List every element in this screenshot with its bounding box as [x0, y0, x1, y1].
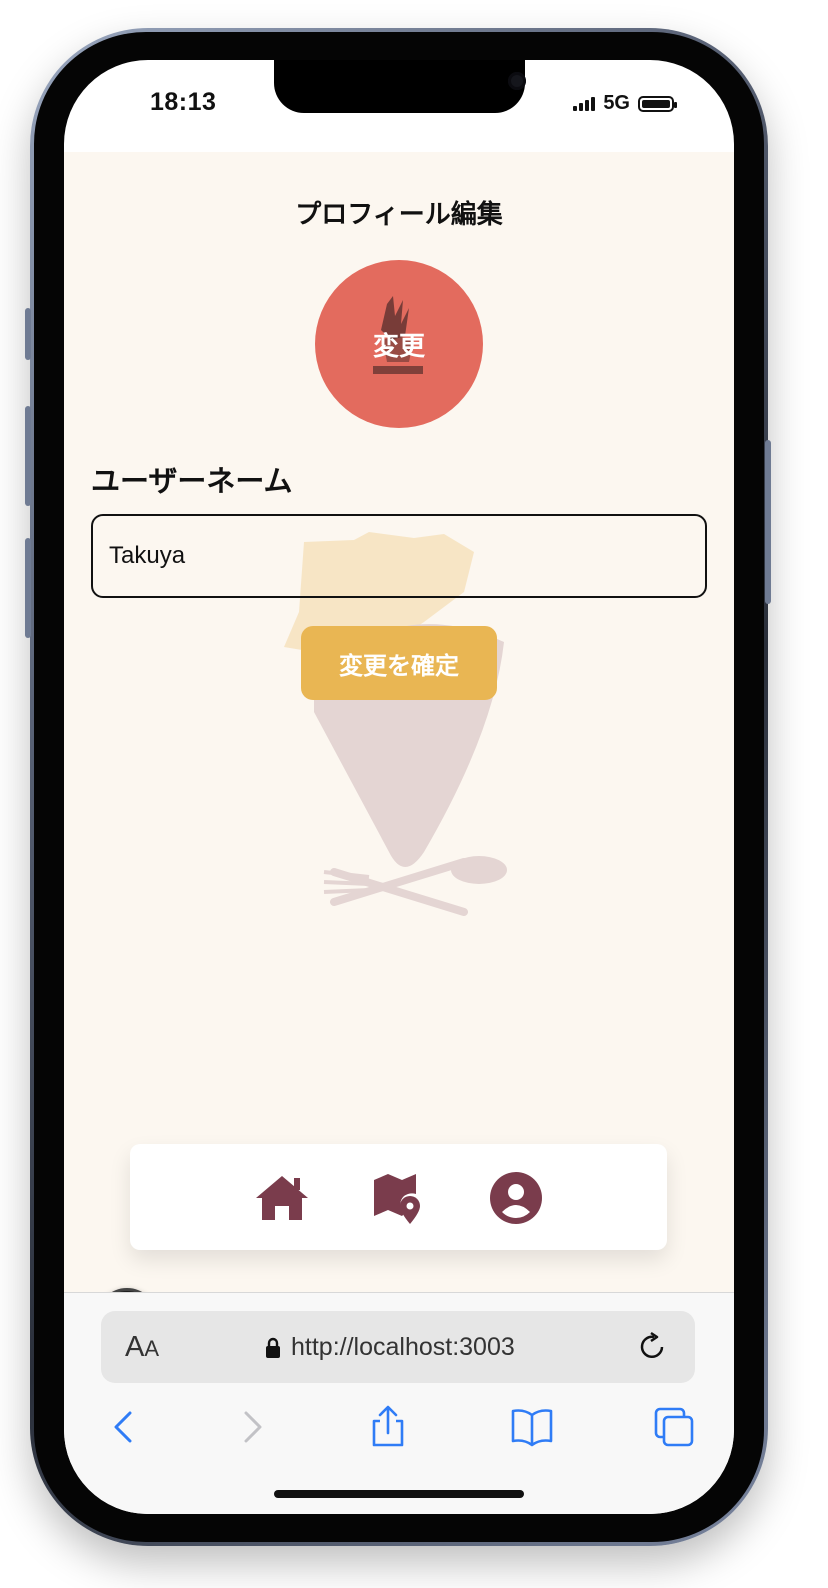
action-button: [25, 308, 31, 360]
power-button: [765, 440, 771, 604]
home-indicator: [274, 1490, 524, 1498]
share-icon[interactable]: [366, 1405, 410, 1449]
battery-icon: [638, 95, 677, 112]
url-text: http://localhost:3003: [291, 1333, 515, 1361]
browser-toolbar: AA http://localhost:3003: [64, 1292, 734, 1514]
text-size-button[interactable]: AA: [125, 1331, 159, 1364]
url-display: http://localhost:3003: [265, 1333, 515, 1362]
nav-profile[interactable]: [488, 1170, 544, 1226]
lock-icon: [266, 1337, 280, 1358]
network-label: 5G: [603, 92, 630, 114]
notch: [274, 60, 526, 113]
back-icon[interactable]: [102, 1405, 146, 1449]
bookmarks-icon[interactable]: [510, 1405, 554, 1449]
signal-icon: [573, 96, 596, 111]
page-title: プロフィール編集: [295, 200, 503, 230]
text-size-small: A: [144, 1336, 160, 1361]
text-size-large: A: [125, 1331, 145, 1363]
confirm-button[interactable]: 変更を確定: [301, 626, 497, 700]
volume-down-button: [25, 538, 31, 638]
camera-icon: [508, 72, 526, 90]
volume-up-button: [25, 406, 31, 506]
address-bar[interactable]: AA http://localhost:3003: [101, 1311, 695, 1383]
status-indicators: 5G: [573, 92, 677, 115]
reload-icon[interactable]: [637, 1331, 669, 1363]
username-label: ユーザーネーム: [91, 464, 293, 498]
home-icon: [256, 1176, 308, 1220]
forward-icon[interactable]: [230, 1405, 274, 1449]
nav-home[interactable]: [254, 1170, 310, 1226]
map-pin-icon: [374, 1174, 420, 1224]
user-icon: [490, 1172, 542, 1224]
avatar-change-label: 変更: [372, 331, 425, 362]
app-content: プロフィール編集 変更 ユーザーネーム 変更を確定: [64, 152, 734, 1348]
username-input[interactable]: [91, 514, 707, 598]
bottom-nav: [130, 1144, 667, 1250]
screen: 18:13 5G プロフィール編集 変更 ユーザーネーム Takuya 変更を確…: [64, 60, 734, 1514]
status-time: 18:13: [150, 88, 217, 116]
tabs-icon[interactable]: [652, 1405, 696, 1449]
nav-map[interactable]: [370, 1170, 426, 1226]
avatar-change-button[interactable]: 変更: [315, 260, 483, 428]
